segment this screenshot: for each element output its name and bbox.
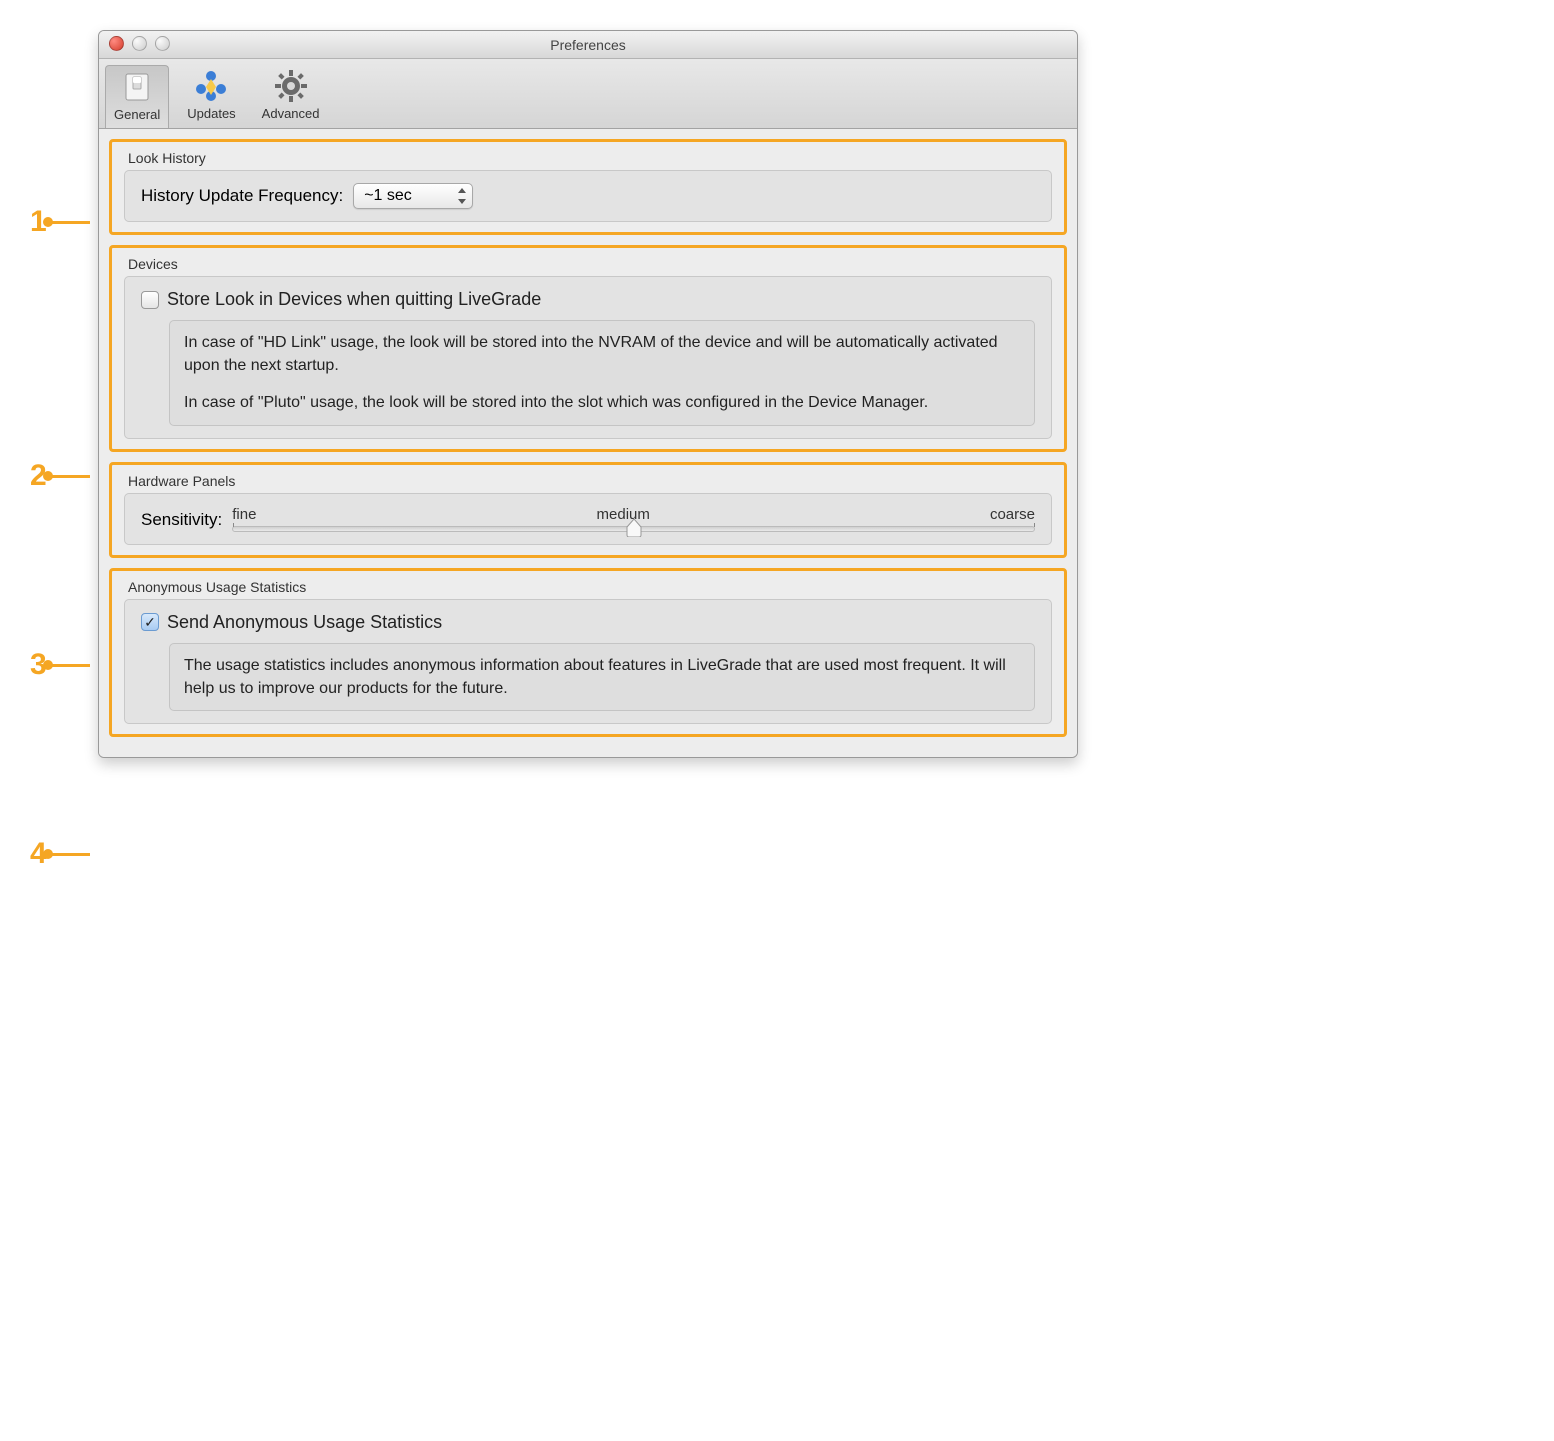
section-title: Devices — [128, 256, 1052, 272]
sensitivity-label: Sensitivity: — [141, 510, 222, 532]
tab-label: Updates — [187, 106, 235, 121]
stats-description: The usage statistics includes anonymous … — [169, 643, 1035, 711]
preferences-toolbar: General Updates — [99, 59, 1077, 129]
window-title: Preferences — [550, 37, 625, 53]
annotation-2: 2 — [30, 459, 90, 493]
tab-advanced[interactable]: Advanced — [254, 65, 328, 128]
send-stats-checkbox[interactable]: ✓ — [141, 613, 159, 631]
close-window-button[interactable] — [109, 36, 124, 51]
gear-icon — [274, 69, 308, 103]
zoom-window-button[interactable] — [155, 36, 170, 51]
store-look-label: Store Look in Devices when quitting Live… — [167, 289, 541, 310]
tab-label: Advanced — [262, 106, 320, 121]
devices-description: In case of "HD Link" usage, the look wil… — [169, 320, 1035, 426]
tab-updates[interactable]: Updates — [179, 65, 243, 128]
sensitivity-slider[interactable]: fine medium coarse — [232, 506, 1035, 532]
checkmark-icon: ✓ — [144, 615, 156, 629]
titlebar: Preferences — [99, 31, 1077, 59]
updates-icon — [194, 69, 228, 103]
tab-label: General — [114, 107, 160, 122]
section-title: Anonymous Usage Statistics — [128, 579, 1052, 595]
slider-thumb[interactable] — [626, 519, 642, 537]
section-look-history: Look History History Update Frequency: ~… — [109, 139, 1067, 235]
store-look-checkbox[interactable] — [141, 291, 159, 309]
switch-icon — [120, 70, 154, 104]
send-stats-label: Send Anonymous Usage Statistics — [167, 612, 442, 633]
section-devices: Devices Store Look in Devices when quitt… — [109, 245, 1067, 452]
annotation-3: 3 — [30, 648, 90, 682]
minimize-window-button[interactable] — [132, 36, 147, 51]
section-hardware-panels: Hardware Panels Sensitivity: fine medium… — [109, 462, 1067, 558]
frequency-select[interactable]: ~1 sec — [353, 183, 473, 209]
preferences-window: Preferences General — [98, 30, 1078, 758]
annotation-4: 4 — [30, 837, 90, 871]
section-title: Look History — [128, 150, 1052, 166]
section-usage-stats: Anonymous Usage Statistics ✓ Send Anonym… — [109, 568, 1067, 737]
section-title: Hardware Panels — [128, 473, 1052, 489]
frequency-label: History Update Frequency: — [141, 186, 343, 206]
tab-general[interactable]: General — [105, 65, 169, 128]
annotation-1: 1 — [30, 205, 90, 239]
